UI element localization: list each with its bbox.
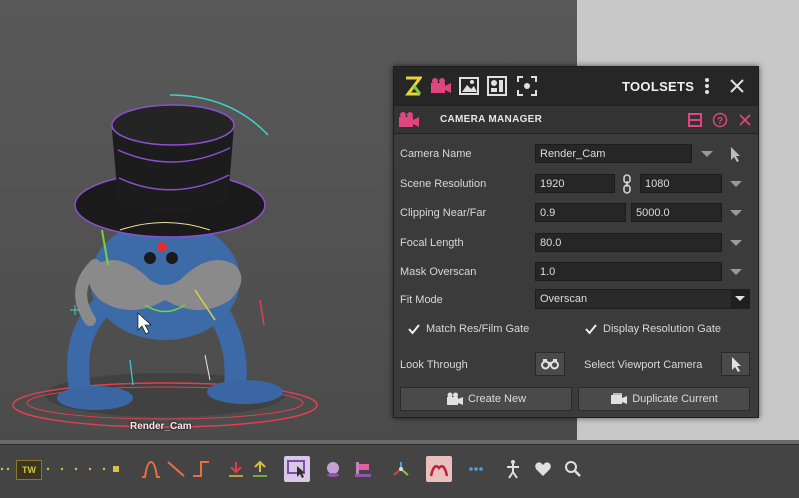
help-icon[interactable]: ? <box>709 109 731 131</box>
create-new-button[interactable]: Create New <box>400 387 572 411</box>
look-through-label: Look Through <box>400 359 468 371</box>
scene-info-icon[interactable] <box>486 75 508 97</box>
bottom-shelf: TW <box>0 444 799 498</box>
sphere-icon[interactable] <box>322 456 344 482</box>
fit-mode-value: Overscan <box>540 293 588 305</box>
create-new-label: Create New <box>467 393 527 405</box>
select-camera-arrow-icon[interactable] <box>729 146 741 165</box>
camera-name-dropdown-icon[interactable] <box>701 151 713 157</box>
key-red-icon[interactable] <box>226 456 246 482</box>
ellipsis-icon[interactable] <box>466 456 486 482</box>
camera-manager-icon <box>398 109 420 131</box>
camera-label: Render_Cam <box>130 421 192 432</box>
clipping-far-field[interactable]: 5000.0 <box>631 203 722 222</box>
heart-icon[interactable] <box>532 456 554 482</box>
toolsets-title: TOOLSETS <box>622 79 695 94</box>
svg-text:?: ? <box>717 116 723 127</box>
select-tool-icon[interactable] <box>284 456 310 482</box>
resolution-presets-dropdown-icon[interactable] <box>730 181 742 187</box>
panel-header: TOOLSETS <box>394 67 758 105</box>
fit-mode-label: Fit Mode <box>400 294 443 306</box>
tool-subheader: CAMERA MANAGER ? <box>394 105 758 134</box>
camera-icon <box>446 392 463 405</box>
camera-name-field[interactable]: Render_Cam <box>535 144 692 163</box>
linear-curve-icon[interactable] <box>165 456 187 482</box>
fit-mode-dropdown-button[interactable] <box>731 289 750 309</box>
match-res-label: Match Res/Film Gate <box>426 323 530 335</box>
mask-overscan-field[interactable]: 1.0 <box>535 262 722 281</box>
transform-gizmo-icon[interactable] <box>390 456 412 482</box>
mask-overscan-dropdown-icon[interactable] <box>730 269 742 275</box>
checkmark-icon <box>585 324 597 335</box>
focal-length-field[interactable]: 80.0 <box>535 233 722 252</box>
look-through-button[interactable] <box>535 352 565 376</box>
clipping-dropdown-icon[interactable] <box>730 210 742 216</box>
duplicate-camera-icon <box>611 393 628 404</box>
resolution-width-field[interactable]: 1920 <box>535 174 615 193</box>
more-options-icon[interactable] <box>696 75 718 97</box>
clipping-label: Clipping Near/Far <box>400 207 487 219</box>
step-curve-icon[interactable] <box>190 456 212 482</box>
tw-button[interactable]: TW <box>16 460 42 480</box>
display-res-checkbox[interactable]: Display Resolution Gate <box>585 323 721 335</box>
frame-focus-icon[interactable] <box>516 75 538 97</box>
match-res-checkbox[interactable]: Match Res/Film Gate <box>408 323 529 335</box>
focal-length-dropdown-icon[interactable] <box>730 240 742 246</box>
close-tool-icon[interactable] <box>734 109 756 131</box>
arch-curve-icon[interactable] <box>426 456 452 482</box>
display-res-label: Display Resolution Gate <box>603 323 722 335</box>
layout-icon[interactable] <box>684 109 706 131</box>
binoculars-icon <box>541 359 559 370</box>
tool-title: CAMERA MANAGER <box>440 114 543 125</box>
mask-overscan-label: Mask Overscan <box>400 266 477 278</box>
zoo-logo-icon[interactable] <box>402 75 424 97</box>
key-yellow-icon[interactable] <box>250 456 270 482</box>
fit-mode-select[interactable]: Overscan <box>535 289 750 309</box>
select-viewport-camera-button[interactable] <box>721 352 750 376</box>
duplicate-current-button[interactable]: Duplicate Current <box>578 387 750 411</box>
camera-tool-icon[interactable] <box>430 75 452 97</box>
duplicate-current-label: Duplicate Current <box>632 393 718 405</box>
image-icon[interactable] <box>458 75 480 97</box>
ease-in-out-curve-icon[interactable] <box>140 456 162 482</box>
search-icon[interactable] <box>562 456 584 482</box>
close-panel-icon[interactable] <box>726 75 748 97</box>
flag-icon[interactable] <box>352 456 374 482</box>
scene-resolution-label: Scene Resolution <box>400 178 487 190</box>
checkmark-icon <box>408 324 420 335</box>
select-viewport-label: Select Viewport Camera <box>584 359 703 371</box>
cursor-arrow-icon <box>731 357 741 372</box>
resolution-height-field[interactable]: 1080 <box>640 174 722 193</box>
clipping-near-field[interactable]: 0.9 <box>535 203 626 222</box>
timeline-dots-icon <box>0 456 12 482</box>
link-chain-icon[interactable] <box>622 174 632 197</box>
keyframe-dots-icon[interactable] <box>44 456 124 482</box>
toolsets-panel[interactable]: TOOLSETS CAMERA MANAGER ? Camera Name Re… <box>393 66 759 418</box>
focal-length-label: Focal Length <box>400 237 464 249</box>
camera-name-label: Camera Name <box>400 148 472 160</box>
fit-mode-chevron-icon <box>735 296 745 301</box>
rig-figure-icon[interactable] <box>502 456 524 482</box>
